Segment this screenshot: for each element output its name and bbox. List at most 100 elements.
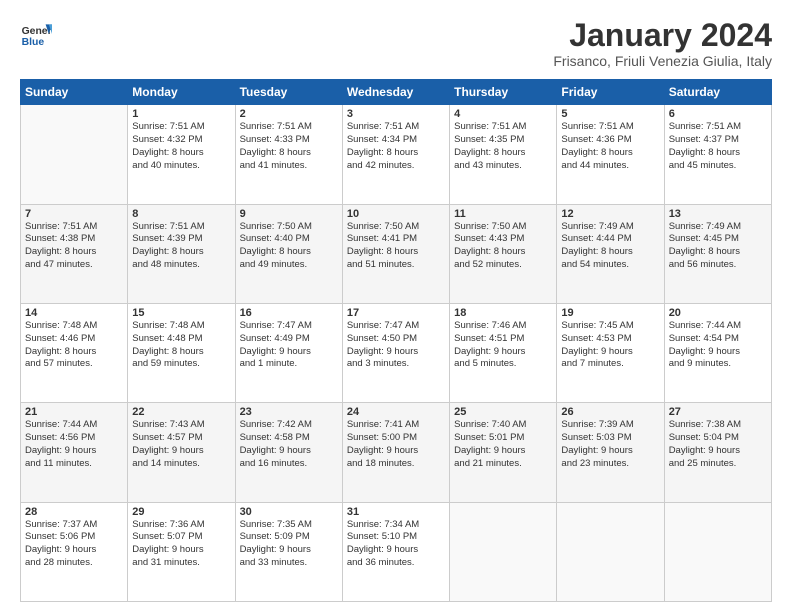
calendar-cell: 17Sunrise: 7:47 AM Sunset: 4:50 PM Dayli… — [342, 303, 449, 402]
general-blue-icon: General Blue — [20, 18, 52, 50]
day-number: 11 — [454, 208, 552, 220]
weekday-header-monday: Monday — [128, 80, 235, 105]
calendar-table: SundayMondayTuesdayWednesdayThursdayFrid… — [20, 79, 772, 602]
day-info: Sunrise: 7:51 AM Sunset: 4:38 PM Dayligh… — [25, 221, 123, 272]
day-info: Sunrise: 7:49 AM Sunset: 4:45 PM Dayligh… — [669, 221, 767, 272]
calendar-cell: 25Sunrise: 7:40 AM Sunset: 5:01 PM Dayli… — [450, 403, 557, 502]
calendar-cell — [664, 502, 771, 601]
svg-text:Blue: Blue — [22, 37, 45, 48]
day-info: Sunrise: 7:51 AM Sunset: 4:32 PM Dayligh… — [132, 121, 230, 172]
day-number: 23 — [240, 406, 338, 418]
day-number: 10 — [347, 208, 445, 220]
week-row-5: 28Sunrise: 7:37 AM Sunset: 5:06 PM Dayli… — [21, 502, 772, 601]
day-number: 19 — [561, 307, 659, 319]
calendar-cell — [557, 502, 664, 601]
weekday-header-row: SundayMondayTuesdayWednesdayThursdayFrid… — [21, 80, 772, 105]
day-info: Sunrise: 7:44 AM Sunset: 4:56 PM Dayligh… — [25, 419, 123, 470]
header: General Blue January 2024 Frisanco, Friu… — [20, 18, 772, 69]
calendar-cell: 12Sunrise: 7:49 AM Sunset: 4:44 PM Dayli… — [557, 204, 664, 303]
calendar-cell: 5Sunrise: 7:51 AM Sunset: 4:36 PM Daylig… — [557, 105, 664, 204]
day-info: Sunrise: 7:49 AM Sunset: 4:44 PM Dayligh… — [561, 221, 659, 272]
day-number: 6 — [669, 108, 767, 120]
day-info: Sunrise: 7:47 AM Sunset: 4:50 PM Dayligh… — [347, 320, 445, 371]
day-number: 29 — [132, 506, 230, 518]
day-number: 7 — [25, 208, 123, 220]
calendar-cell: 14Sunrise: 7:48 AM Sunset: 4:46 PM Dayli… — [21, 303, 128, 402]
calendar-cell: 15Sunrise: 7:48 AM Sunset: 4:48 PM Dayli… — [128, 303, 235, 402]
day-number: 24 — [347, 406, 445, 418]
calendar-cell — [450, 502, 557, 601]
day-number: 16 — [240, 307, 338, 319]
calendar-cell: 21Sunrise: 7:44 AM Sunset: 4:56 PM Dayli… — [21, 403, 128, 502]
day-info: Sunrise: 7:36 AM Sunset: 5:07 PM Dayligh… — [132, 519, 230, 570]
calendar-cell: 2Sunrise: 7:51 AM Sunset: 4:33 PM Daylig… — [235, 105, 342, 204]
calendar-cell: 7Sunrise: 7:51 AM Sunset: 4:38 PM Daylig… — [21, 204, 128, 303]
day-number: 30 — [240, 506, 338, 518]
calendar-cell: 23Sunrise: 7:42 AM Sunset: 4:58 PM Dayli… — [235, 403, 342, 502]
day-info: Sunrise: 7:45 AM Sunset: 4:53 PM Dayligh… — [561, 320, 659, 371]
weekday-header-thursday: Thursday — [450, 80, 557, 105]
day-info: Sunrise: 7:35 AM Sunset: 5:09 PM Dayligh… — [240, 519, 338, 570]
day-info: Sunrise: 7:39 AM Sunset: 5:03 PM Dayligh… — [561, 419, 659, 470]
calendar-cell: 30Sunrise: 7:35 AM Sunset: 5:09 PM Dayli… — [235, 502, 342, 601]
calendar-cell: 1Sunrise: 7:51 AM Sunset: 4:32 PM Daylig… — [128, 105, 235, 204]
day-info: Sunrise: 7:34 AM Sunset: 5:10 PM Dayligh… — [347, 519, 445, 570]
day-number: 12 — [561, 208, 659, 220]
day-info: Sunrise: 7:43 AM Sunset: 4:57 PM Dayligh… — [132, 419, 230, 470]
calendar-cell: 28Sunrise: 7:37 AM Sunset: 5:06 PM Dayli… — [21, 502, 128, 601]
day-info: Sunrise: 7:37 AM Sunset: 5:06 PM Dayligh… — [25, 519, 123, 570]
calendar-cell: 24Sunrise: 7:41 AM Sunset: 5:00 PM Dayli… — [342, 403, 449, 502]
page-subtitle: Frisanco, Friuli Venezia Giulia, Italy — [553, 53, 772, 69]
day-number: 14 — [25, 307, 123, 319]
day-info: Sunrise: 7:48 AM Sunset: 4:46 PM Dayligh… — [25, 320, 123, 371]
day-info: Sunrise: 7:50 AM Sunset: 4:43 PM Dayligh… — [454, 221, 552, 272]
day-info: Sunrise: 7:44 AM Sunset: 4:54 PM Dayligh… — [669, 320, 767, 371]
weekday-header-wednesday: Wednesday — [342, 80, 449, 105]
calendar-cell: 6Sunrise: 7:51 AM Sunset: 4:37 PM Daylig… — [664, 105, 771, 204]
day-info: Sunrise: 7:48 AM Sunset: 4:48 PM Dayligh… — [132, 320, 230, 371]
day-number: 18 — [454, 307, 552, 319]
day-info: Sunrise: 7:41 AM Sunset: 5:00 PM Dayligh… — [347, 419, 445, 470]
day-number: 15 — [132, 307, 230, 319]
calendar-cell: 16Sunrise: 7:47 AM Sunset: 4:49 PM Dayli… — [235, 303, 342, 402]
weekday-header-friday: Friday — [557, 80, 664, 105]
day-number: 5 — [561, 108, 659, 120]
day-number: 1 — [132, 108, 230, 120]
calendar-cell: 29Sunrise: 7:36 AM Sunset: 5:07 PM Dayli… — [128, 502, 235, 601]
week-row-1: 1Sunrise: 7:51 AM Sunset: 4:32 PM Daylig… — [21, 105, 772, 204]
week-row-3: 14Sunrise: 7:48 AM Sunset: 4:46 PM Dayli… — [21, 303, 772, 402]
calendar-cell — [21, 105, 128, 204]
day-number: 20 — [669, 307, 767, 319]
calendar-cell: 27Sunrise: 7:38 AM Sunset: 5:04 PM Dayli… — [664, 403, 771, 502]
day-number: 13 — [669, 208, 767, 220]
day-info: Sunrise: 7:38 AM Sunset: 5:04 PM Dayligh… — [669, 419, 767, 470]
day-number: 31 — [347, 506, 445, 518]
day-number: 22 — [132, 406, 230, 418]
day-info: Sunrise: 7:51 AM Sunset: 4:33 PM Dayligh… — [240, 121, 338, 172]
calendar-cell: 19Sunrise: 7:45 AM Sunset: 4:53 PM Dayli… — [557, 303, 664, 402]
calendar-cell: 11Sunrise: 7:50 AM Sunset: 4:43 PM Dayli… — [450, 204, 557, 303]
day-info: Sunrise: 7:51 AM Sunset: 4:37 PM Dayligh… — [669, 121, 767, 172]
day-number: 9 — [240, 208, 338, 220]
weekday-header-saturday: Saturday — [664, 80, 771, 105]
page-title: January 2024 — [553, 18, 772, 53]
weekday-header-tuesday: Tuesday — [235, 80, 342, 105]
day-number: 21 — [25, 406, 123, 418]
calendar-cell: 4Sunrise: 7:51 AM Sunset: 4:35 PM Daylig… — [450, 105, 557, 204]
week-row-2: 7Sunrise: 7:51 AM Sunset: 4:38 PM Daylig… — [21, 204, 772, 303]
day-number: 25 — [454, 406, 552, 418]
page: General Blue January 2024 Frisanco, Friu… — [0, 0, 792, 612]
calendar-cell: 20Sunrise: 7:44 AM Sunset: 4:54 PM Dayli… — [664, 303, 771, 402]
calendar-cell: 3Sunrise: 7:51 AM Sunset: 4:34 PM Daylig… — [342, 105, 449, 204]
day-info: Sunrise: 7:46 AM Sunset: 4:51 PM Dayligh… — [454, 320, 552, 371]
day-number: 3 — [347, 108, 445, 120]
day-number: 26 — [561, 406, 659, 418]
day-info: Sunrise: 7:51 AM Sunset: 4:36 PM Dayligh… — [561, 121, 659, 172]
calendar-cell: 10Sunrise: 7:50 AM Sunset: 4:41 PM Dayli… — [342, 204, 449, 303]
title-block: January 2024 Frisanco, Friuli Venezia Gi… — [553, 18, 772, 69]
day-number: 2 — [240, 108, 338, 120]
calendar-cell: 13Sunrise: 7:49 AM Sunset: 4:45 PM Dayli… — [664, 204, 771, 303]
day-number: 8 — [132, 208, 230, 220]
day-info: Sunrise: 7:47 AM Sunset: 4:49 PM Dayligh… — [240, 320, 338, 371]
logo: General Blue — [20, 18, 54, 50]
